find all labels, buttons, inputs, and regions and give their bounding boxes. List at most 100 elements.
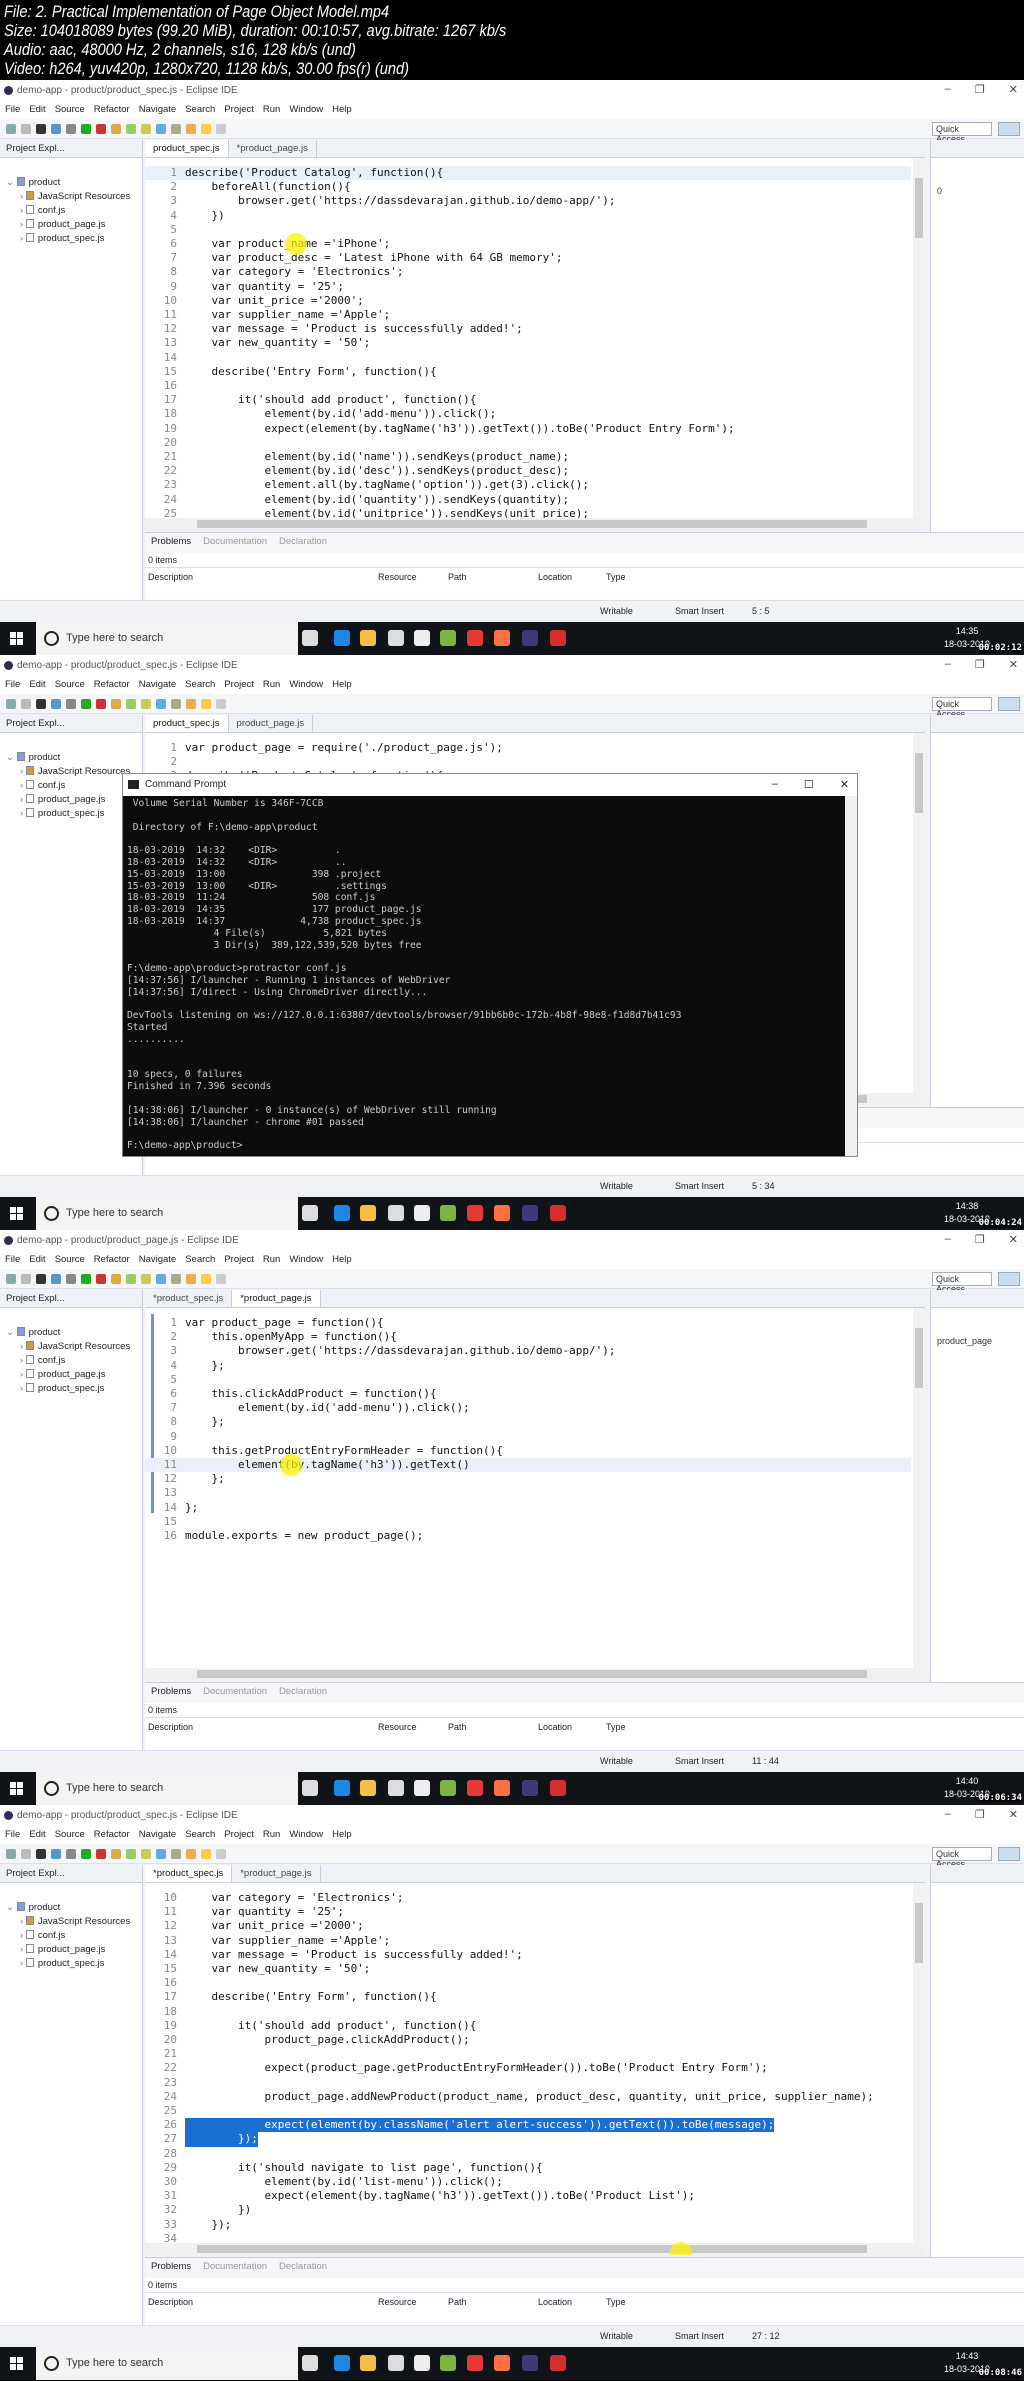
windows-start-icon[interactable]	[10, 1207, 23, 1220]
menu-refactor[interactable]: Refactor	[94, 104, 130, 115]
menu-refactor[interactable]: Refactor	[94, 679, 130, 690]
horizontal-scrollbar[interactable]	[145, 518, 925, 530]
toolbar-icon[interactable]	[96, 123, 106, 134]
close-icon[interactable]: ✕	[1009, 1808, 1018, 1821]
toolbar-icon[interactable]	[81, 1273, 91, 1284]
quick-access-input[interactable]: Quick Access	[932, 1272, 992, 1294]
editor-tab[interactable]: *product_page.js	[232, 1865, 321, 1882]
android-studio-icon[interactable]	[440, 1780, 456, 1796]
code-line[interactable]: 13 var supplier_name ='Apple';	[145, 1934, 911, 1948]
menu-run[interactable]: Run	[263, 104, 280, 115]
toolbar-icon[interactable]	[66, 698, 76, 709]
tab-problems[interactable]: Problems	[151, 2261, 191, 2275]
column-header[interactable]: Resource	[378, 1722, 448, 1732]
column-header[interactable]: Description	[148, 1722, 378, 1732]
tree-item[interactable]: › product_spec.js	[4, 1382, 142, 1396]
code-line[interactable]: 14 var message = 'Product is successfull…	[145, 1948, 911, 1962]
menu-navigate[interactable]: Navigate	[139, 1829, 177, 1840]
menu-run[interactable]: Run	[263, 1254, 280, 1265]
code-line[interactable]: 27 });	[145, 2132, 911, 2147]
toolbar-icon[interactable]	[216, 123, 226, 134]
code-line[interactable]: 7 var product_desc = 'Latest iPhone with…	[145, 251, 911, 265]
code-line[interactable]: 10 var unit_price ='2000';	[145, 294, 911, 308]
toolbar-icon[interactable]	[6, 698, 16, 709]
toolbar-icon[interactable]	[171, 123, 181, 134]
code-line[interactable]: 6 this.clickAddProduct = function(){	[145, 1387, 911, 1401]
perspective-icon[interactable]	[998, 122, 1020, 136]
recorder-icon[interactable]	[550, 630, 566, 646]
horizontal-scrollbar[interactable]	[145, 1668, 925, 1680]
code-line[interactable]: 30 element(by.id('list-menu')).click();	[145, 2175, 911, 2189]
mail-icon[interactable]	[414, 1205, 430, 1221]
edge-icon[interactable]	[334, 2355, 350, 2371]
outline-item[interactable]: product_page	[937, 1336, 992, 1346]
code-line[interactable]: 20 product_page.clickAddProduct();	[145, 2033, 911, 2047]
code-line[interactable]: 14};	[145, 1501, 911, 1515]
menu-window[interactable]: Window	[289, 1254, 323, 1265]
code-line[interactable]: 15 var new_quantity = '50';	[145, 1962, 911, 1976]
quick-access-input[interactable]: Quick Access	[932, 1847, 992, 1869]
code-line[interactable]: 17 describe('Entry Form', function(){	[145, 1990, 911, 2004]
maximize-icon[interactable]: ❐	[975, 658, 985, 671]
menu-source[interactable]: Source	[55, 1829, 85, 1840]
menu-window[interactable]: Window	[289, 1829, 323, 1840]
menu-file[interactable]: File	[5, 104, 20, 115]
code-line[interactable]: 12 var message = 'Product is successfull…	[145, 322, 911, 336]
horizontal-scrollbar[interactable]	[145, 2243, 925, 2255]
code-line[interactable]: 5	[145, 1373, 911, 1387]
toolbar-icon[interactable]	[51, 1848, 61, 1859]
chevron-down-icon[interactable]: ⌄	[6, 1327, 17, 1338]
tab-problems[interactable]: Problems	[151, 536, 191, 550]
code-line[interactable]: 28	[145, 2147, 911, 2161]
quick-access-input[interactable]: Quick Access	[932, 122, 992, 144]
toolbar-icon[interactable]	[201, 1273, 211, 1284]
code-line[interactable]: 8 var category = 'Electronics';	[145, 265, 911, 279]
menu-refactor[interactable]: Refactor	[94, 1829, 130, 1840]
command-prompt-window[interactable]: Command Prompt – ☐ ✕ Volume Serial Number i…	[122, 773, 858, 1157]
recorder-icon[interactable]	[550, 2355, 566, 2371]
column-header[interactable]: Location	[538, 1722, 606, 1732]
menu-window[interactable]: Window	[289, 679, 323, 690]
menu-edit[interactable]: Edit	[29, 1254, 45, 1265]
code-line[interactable]: 23	[145, 2076, 911, 2090]
toolbar-icon[interactable]	[141, 1848, 151, 1859]
column-header[interactable]: Location	[538, 572, 606, 582]
code-editor[interactable]: 1 var product_page = function(){2 this.op…	[145, 1308, 925, 1680]
tab-documentation[interactable]: Documentation	[203, 536, 267, 550]
code-line[interactable]: 3 browser.get('https://dassdevarajan.git…	[145, 194, 911, 208]
store-icon[interactable]	[388, 1205, 404, 1221]
tab-project-explorer[interactable]: Project Expl...	[0, 1290, 142, 1308]
code-line[interactable]: 13	[145, 1486, 911, 1500]
toolbar-icon[interactable]	[36, 698, 46, 709]
maximize-icon[interactable]: ☐	[804, 778, 814, 791]
menu-help[interactable]: Help	[332, 1829, 352, 1840]
tree-item[interactable]: › conf.js	[4, 1354, 142, 1368]
code-line[interactable]: 31 expect(element(by.tagName('h3')).getT…	[145, 2189, 911, 2203]
scroll-thumb[interactable]	[915, 178, 923, 238]
menu-edit[interactable]: Edit	[29, 679, 45, 690]
cmd-scrollbar[interactable]	[845, 796, 857, 1156]
code-line[interactable]: 33 });	[145, 2218, 911, 2232]
recorder-icon[interactable]	[550, 1780, 566, 1796]
eclipse-icon[interactable]	[522, 1780, 538, 1796]
toolbar-icon[interactable]	[201, 123, 211, 134]
mail-icon[interactable]	[414, 1780, 430, 1796]
column-header[interactable]: Path	[448, 2297, 538, 2307]
perspective-icon[interactable]	[998, 697, 1020, 711]
firefox-icon[interactable]	[494, 630, 510, 646]
code-line[interactable]: 29 it('should navigate to list page', fu…	[145, 2161, 911, 2175]
tree-item[interactable]: › JavaScript Resources	[4, 1915, 142, 1929]
tree-item[interactable]: ⌄ product	[4, 176, 142, 190]
toolbar-icon[interactable]	[186, 123, 196, 134]
android-studio-icon[interactable]	[440, 630, 456, 646]
menu-edit[interactable]: Edit	[29, 104, 45, 115]
menu-refactor[interactable]: Refactor	[94, 1254, 130, 1265]
menu-window[interactable]: Window	[289, 104, 323, 115]
column-header[interactable]: Location	[538, 2297, 606, 2307]
tree-item[interactable]: ⌄ product	[4, 1326, 142, 1340]
perspective-icon[interactable]	[998, 1847, 1020, 1861]
chrome-icon[interactable]	[467, 630, 483, 646]
toolbar-icon[interactable]	[96, 698, 106, 709]
menu-file[interactable]: File	[5, 679, 20, 690]
code-line[interactable]: 4 })	[145, 209, 911, 223]
